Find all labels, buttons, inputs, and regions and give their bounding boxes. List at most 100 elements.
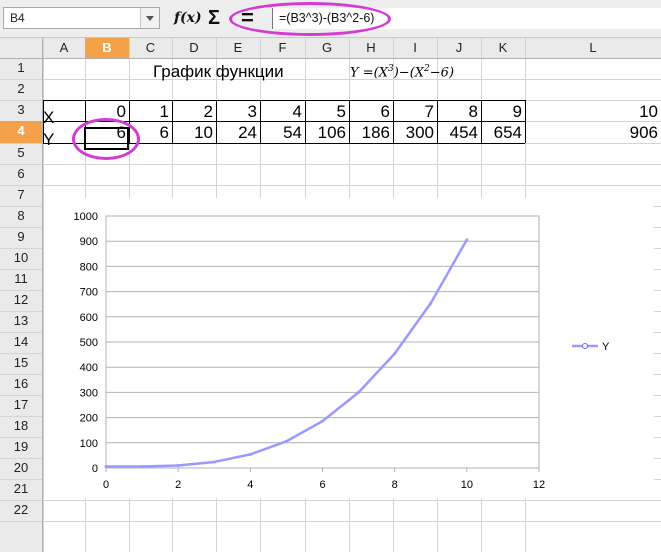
x-tick-label: 12 <box>533 479 545 491</box>
y-tick-label: 600 <box>80 312 98 324</box>
y-tick-label: 400 <box>80 362 98 374</box>
x-tick-label: 8 <box>392 479 398 491</box>
y-tick-label: 300 <box>80 387 98 399</box>
legend-label: Y <box>602 341 610 353</box>
formula-icon[interactable]: = <box>241 7 254 29</box>
cell-y-i[interactable]: 300 <box>393 122 434 143</box>
row-header-14[interactable]: 14 <box>0 332 42 353</box>
data-point <box>176 463 180 467</box>
chevron-down-icon[interactable] <box>140 8 159 28</box>
row-header-19[interactable]: 19 <box>0 437 42 458</box>
row-header-6[interactable]: 6 <box>0 164 42 185</box>
row-header-10[interactable]: 10 <box>0 248 42 269</box>
column-header-f[interactable]: F <box>260 38 305 58</box>
cell-y-e[interactable]: 24 <box>216 122 257 143</box>
column-header-e[interactable]: E <box>216 38 260 58</box>
cell-x-f[interactable]: 4 <box>260 101 302 122</box>
data-point <box>429 301 433 305</box>
column-header-d[interactable]: D <box>172 38 216 58</box>
column-header-j[interactable]: J <box>437 38 481 58</box>
row-header-20[interactable]: 20 <box>0 458 42 479</box>
cell-y-k[interactable]: 654 <box>481 122 522 143</box>
cell-y-d[interactable]: 10 <box>172 122 213 143</box>
sum-icon[interactable]: Σ <box>208 8 220 28</box>
row-header-8[interactable]: 8 <box>0 206 42 227</box>
cell-x-k[interactable]: 9 <box>481 101 522 122</box>
y-tick-label: 800 <box>80 261 98 273</box>
column-header-k[interactable]: K <box>481 38 525 58</box>
row-header-5[interactable]: 5 <box>0 143 42 164</box>
row-header-15[interactable]: 15 <box>0 353 42 374</box>
cell-y-g[interactable]: 106 <box>305 122 346 143</box>
cell-x-h[interactable]: 6 <box>349 101 390 122</box>
row-header-12[interactable]: 12 <box>0 290 42 311</box>
formula-input[interactable]: =(B3^3)-(B3^2-6) <box>272 8 661 29</box>
y-tick-label: 900 <box>80 236 98 248</box>
column-header-a[interactable]: A <box>43 38 85 58</box>
data-point <box>465 238 469 242</box>
row-header-22[interactable]: 22 <box>0 500 42 521</box>
cell-a3[interactable]: X <box>43 107 54 128</box>
y-tick-label: 1000 <box>74 211 98 223</box>
row-header-11[interactable]: 11 <box>0 269 42 290</box>
data-point <box>357 390 361 394</box>
y-tick-label: 0 <box>92 463 98 475</box>
formula-image[interactable]: Y =(X3)−(X2−6) <box>350 64 454 80</box>
column-header-c[interactable]: C <box>129 38 172 58</box>
cell-x-i[interactable]: 7 <box>393 101 434 122</box>
row-header-16[interactable]: 16 <box>0 374 42 395</box>
cell-x-e[interactable]: 3 <box>216 101 257 122</box>
column-header-i[interactable]: I <box>393 38 437 58</box>
row-header-21[interactable]: 21 <box>0 479 42 500</box>
cell-a4[interactable]: Y <box>43 129 54 150</box>
function-wizard-icon[interactable]: f(x) <box>174 8 202 28</box>
cell-x-b[interactable]: 0 <box>85 101 126 122</box>
x-tick-label: 10 <box>461 479 473 491</box>
line-chart[interactable]: 0 100 200 300 400 500 600 700 800 900 1000 0 2 4 6 8 10 1… <box>44 198 654 498</box>
active-cell-border <box>84 127 129 150</box>
data-point <box>284 439 288 443</box>
column-header-h[interactable]: H <box>349 38 393 58</box>
row-header-13[interactable]: 13 <box>0 311 42 332</box>
legend-marker <box>582 343 588 349</box>
data-point <box>140 464 144 468</box>
column-header-b[interactable]: B <box>85 38 129 58</box>
formula-toolbar: B4 f(x) Σ = =(B3^3)-(B3^2-6) <box>0 0 661 38</box>
cell-x-d[interactable]: 2 <box>172 101 213 122</box>
x-tick-label: 2 <box>175 479 181 491</box>
cell-x-g[interactable]: 5 <box>305 101 346 122</box>
cell-x-j[interactable]: 8 <box>437 101 478 122</box>
cell-x-c[interactable]: 1 <box>129 101 169 122</box>
cell-x-l[interactable]: 10 <box>525 101 658 122</box>
x-tick-label: 0 <box>103 479 109 491</box>
row-header-1[interactable]: 1 <box>0 58 42 79</box>
column-header-g[interactable]: G <box>305 38 349 58</box>
cell-y-f[interactable]: 54 <box>260 122 302 143</box>
cell-y-j[interactable]: 454 <box>437 122 478 143</box>
name-box-value: B4 <box>10 11 25 25</box>
column-header-l[interactable]: L <box>525 38 661 58</box>
row-header-18[interactable]: 18 <box>0 416 42 437</box>
cell-y-c[interactable]: 6 <box>129 122 169 143</box>
row-header-7[interactable]: 7 <box>0 185 42 206</box>
y-tick-label: 200 <box>80 413 98 425</box>
row-header-2[interactable]: 2 <box>0 79 42 100</box>
row-header-3[interactable]: 3 <box>0 100 42 121</box>
name-box[interactable]: B4 <box>3 7 160 29</box>
formula-text: =(B3^3)-(B3^2-6) <box>279 11 375 25</box>
row-header-17[interactable]: 17 <box>0 395 42 416</box>
row-header-4[interactable]: 4 <box>0 121 42 143</box>
data-point <box>248 452 252 456</box>
x-tick-label: 4 <box>247 479 253 491</box>
data-point <box>321 419 324 423</box>
y-tick-label: 500 <box>80 337 98 349</box>
row-header-9[interactable]: 9 <box>0 227 42 248</box>
data-point <box>104 464 108 468</box>
y-tick-label: 700 <box>80 287 98 299</box>
data-point <box>212 460 216 464</box>
data-point <box>393 352 397 356</box>
cell-y-h[interactable]: 186 <box>349 122 390 143</box>
cell-y-l[interactable]: 906 <box>525 122 658 143</box>
cell-title[interactable]: График функции <box>153 62 284 82</box>
x-tick-label: 6 <box>319 479 325 491</box>
